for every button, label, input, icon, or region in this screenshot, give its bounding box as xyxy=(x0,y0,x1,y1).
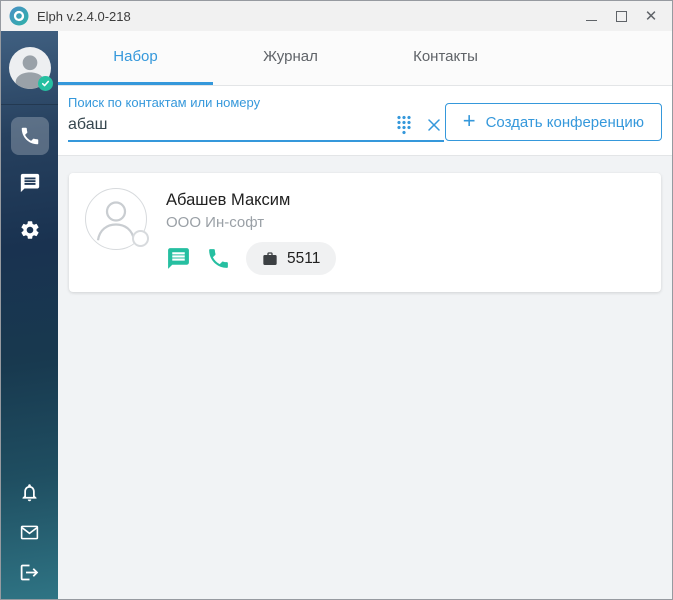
bell-icon xyxy=(22,484,37,502)
app-window: Elph v.2.4.0-218 ✕ Набор Журнал Контакты… xyxy=(0,0,673,600)
phone-icon xyxy=(209,249,228,268)
contact-company: ООО Ин-софт xyxy=(166,214,265,231)
search-section: Поиск по контактам или номеру + Создать … xyxy=(58,86,672,156)
call-contact-button[interactable] xyxy=(206,246,231,271)
app-logo-icon xyxy=(9,6,29,26)
app-body: Набор Журнал Контакты Поиск по контактам… xyxy=(1,31,672,599)
tab-dial[interactable]: Набор xyxy=(58,31,213,85)
maximize-icon xyxy=(615,10,627,22)
tab-journal[interactable]: Журнал xyxy=(213,31,368,85)
logout-button[interactable] xyxy=(19,562,40,583)
clear-search-icon[interactable] xyxy=(424,115,444,135)
phone-icon xyxy=(21,127,38,145)
contact-status-badge xyxy=(132,230,149,247)
briefcase-icon xyxy=(263,251,277,265)
close-button[interactable]: ✕ xyxy=(636,3,666,29)
tab-dial-label: Набор xyxy=(113,48,158,65)
main-area: Набор Журнал Контакты Поиск по контактам… xyxy=(58,31,672,599)
contact-actions: 5511 xyxy=(166,242,337,275)
gear-icon xyxy=(20,221,39,239)
search-label: Поиск по контактам или номеру xyxy=(68,95,261,110)
online-status-check-icon xyxy=(38,76,53,91)
sidebar xyxy=(1,31,58,599)
contact-avatar xyxy=(85,188,149,250)
search-input-row xyxy=(68,115,444,142)
extension-badge[interactable]: 5511 xyxy=(246,242,337,275)
dialpad-icon[interactable] xyxy=(394,115,414,135)
create-conference-label: Создать конференцию xyxy=(485,113,644,131)
titlebar: Elph v.2.4.0-218 ✕ xyxy=(1,1,672,31)
search-input[interactable] xyxy=(68,116,384,134)
tab-bar: Набор Журнал Контакты xyxy=(58,31,672,86)
chat-icon xyxy=(20,173,39,193)
tab-contacts[interactable]: Контакты xyxy=(368,31,523,85)
mail-icon xyxy=(20,525,39,540)
contact-info: Абашев Максим ООО Ин-софт 5511 xyxy=(166,188,337,275)
tab-journal-label: Журнал xyxy=(263,48,318,65)
plus-icon: + xyxy=(462,108,476,133)
create-conference-button[interactable]: + Создать конференцию xyxy=(444,103,662,141)
contact-name: Абашев Максим xyxy=(166,191,291,209)
voicemail-button[interactable] xyxy=(19,522,40,543)
user-avatar-section[interactable] xyxy=(1,31,58,105)
sidebar-bottom-nav xyxy=(1,482,58,599)
sidebar-item-chat[interactable] xyxy=(11,164,49,202)
tab-contacts-label: Контакты xyxy=(413,48,478,65)
minimize-button[interactable] xyxy=(576,3,606,29)
sidebar-nav xyxy=(10,105,49,249)
close-icon: ✕ xyxy=(644,7,658,25)
send-message-button[interactable] xyxy=(166,246,191,271)
window-title: Elph v.2.4.0-218 xyxy=(37,8,131,24)
contact-card[interactable]: Абашев Максим ООО Ин-софт 5511 xyxy=(69,173,661,292)
logout-icon xyxy=(20,564,39,581)
sidebar-item-phone[interactable] xyxy=(10,117,49,155)
sidebar-item-settings[interactable] xyxy=(11,211,49,249)
minimize-icon xyxy=(585,19,597,21)
window-controls: ✕ xyxy=(576,3,666,29)
search-field: Поиск по контактам или номеру xyxy=(68,95,444,142)
extension-number: 5511 xyxy=(287,249,321,267)
search-results: Абашев Максим ООО Ин-софт 5511 xyxy=(58,156,672,599)
chat-bubble-icon xyxy=(168,248,189,269)
maximize-button[interactable] xyxy=(606,3,636,29)
notifications-button[interactable] xyxy=(19,482,40,503)
